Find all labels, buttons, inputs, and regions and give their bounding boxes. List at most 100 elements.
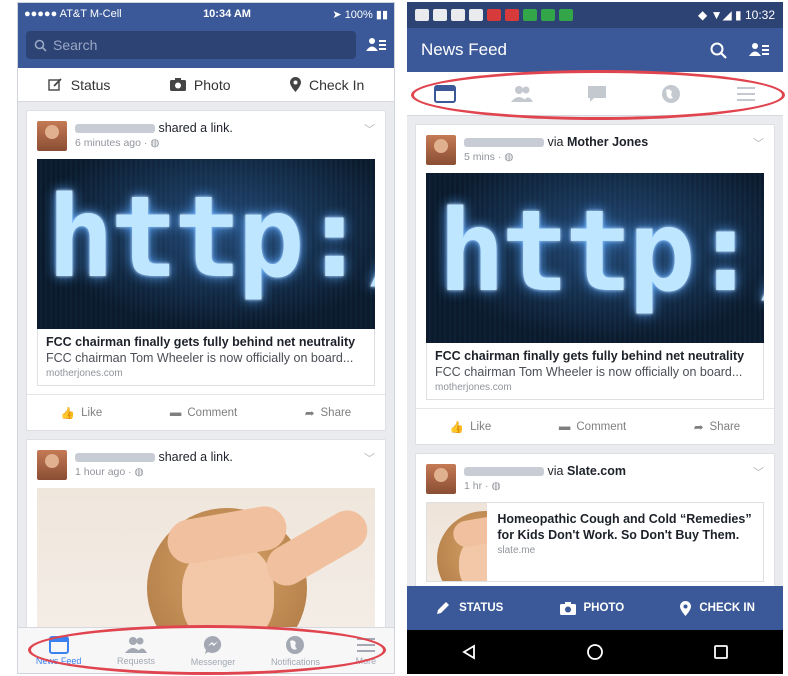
android-tab-row xyxy=(407,72,783,116)
link-source: motherjones.com xyxy=(46,368,123,379)
app-bar-title: News Feed xyxy=(421,40,507,59)
author-name-blurred[interactable] xyxy=(75,124,155,134)
tab-messenger[interactable]: Messenger xyxy=(191,635,235,667)
link-preview-image[interactable]: http:// xyxy=(37,159,375,329)
share-button[interactable]: ➦ Share xyxy=(694,420,740,434)
android-clock: 10:32 xyxy=(744,8,775,22)
battery-icon: ▮▮ xyxy=(375,8,388,21)
share-arrow-icon: ➦ xyxy=(304,407,315,420)
news-feed-icon[interactable] xyxy=(434,84,457,103)
link-source: slate.me xyxy=(497,545,536,556)
avatar[interactable] xyxy=(426,135,456,165)
like-button[interactable]: 👍 Like xyxy=(61,406,102,420)
friend-list-icon[interactable] xyxy=(749,42,769,58)
comment-button[interactable]: ▬ Comment xyxy=(559,421,626,433)
link-preview[interactable]: Homeopathic Cough and Cold “Remedies” fo… xyxy=(426,502,764,582)
thumbs-up-icon: 👍 xyxy=(449,421,465,434)
battery-label: ➤ 100% ▮▮ xyxy=(332,8,388,21)
feed-post: via Mother Jones 5 mins · ◍ ﹀ http:// FC… xyxy=(415,124,775,445)
share-button[interactable]: ➦ Share xyxy=(305,406,351,420)
menu-icon[interactable] xyxy=(736,85,756,103)
search-input[interactable]: Search xyxy=(26,31,356,59)
check-in-button[interactable]: CHECK IN xyxy=(680,600,755,616)
edit-icon xyxy=(48,78,62,91)
requests-icon xyxy=(125,636,148,653)
ios-tab-bar: News Feed Requests Messenger Notificatio… xyxy=(18,627,394,673)
link-description: FCC chairman Tom Wheeler is now official… xyxy=(46,351,354,365)
notification-icon xyxy=(487,9,501,21)
avatar[interactable] xyxy=(426,464,456,494)
status-button[interactable]: STATUS xyxy=(435,600,503,616)
post-timestamp[interactable]: 5 mins · xyxy=(464,151,501,163)
comment-icon: ▬ xyxy=(169,406,182,419)
ios-header: ●●●●● AT&T M-Cell 10:34 AM ➤ 100% ▮▮ Sea… xyxy=(18,3,394,68)
avatar[interactable] xyxy=(37,450,67,480)
link-description: FCC chairman Tom Wheeler is now official… xyxy=(435,365,743,379)
feed-post: shared a link. 6 minutes ago · ◍ ﹀ http:… xyxy=(26,110,386,431)
notification-icon xyxy=(415,9,429,21)
author-name-blurred[interactable] xyxy=(464,138,544,148)
chevron-down-icon[interactable]: ﹀ xyxy=(753,135,764,151)
post-action-text: shared a link. xyxy=(158,121,233,135)
photo-button[interactable]: Photo xyxy=(169,77,231,93)
via-page-name[interactable]: Slate.com xyxy=(567,464,626,478)
like-button[interactable]: 👍 Like xyxy=(450,420,491,434)
http-image-text: http:// xyxy=(438,187,764,317)
location-icon: ➤ xyxy=(332,8,342,21)
tab-news-feed[interactable]: News Feed xyxy=(36,635,81,666)
notification-icons xyxy=(415,9,573,21)
camera-icon xyxy=(559,601,576,615)
link-source: motherjones.com xyxy=(435,382,512,393)
post-timestamp[interactable]: 6 minutes ago · xyxy=(75,137,147,149)
tab-notifications[interactable]: Notifications xyxy=(271,635,320,667)
post-actions: 👍 Like ▬ Comment ➦ Share xyxy=(416,408,774,444)
author-name-blurred[interactable] xyxy=(464,467,544,477)
android-nav-bar xyxy=(407,630,783,674)
link-title: FCC chairman finally gets fully behind n… xyxy=(435,349,745,363)
search-icon[interactable] xyxy=(710,42,727,59)
http-image-text: http:// xyxy=(47,173,375,303)
link-preview-image[interactable]: http:// xyxy=(426,173,764,343)
search-placeholder: Search xyxy=(53,37,98,53)
link-preview-caption[interactable]: FCC chairman finally gets fully behind n… xyxy=(426,343,764,400)
home-icon[interactable] xyxy=(586,643,604,661)
requests-icon[interactable] xyxy=(510,85,533,103)
status-button[interactable]: Status xyxy=(48,77,110,93)
girl-photo[interactable] xyxy=(37,488,375,628)
messages-icon[interactable] xyxy=(587,85,607,103)
back-icon[interactable] xyxy=(461,644,477,660)
tab-more[interactable]: More xyxy=(356,636,376,666)
via-page-name[interactable]: Mother Jones xyxy=(567,135,648,149)
chevron-down-icon[interactable]: ﹀ xyxy=(753,464,764,480)
globe-small-icon: ◍ xyxy=(150,137,160,149)
android-status-bar: ◆ ▼◢ ▮ 10:32 xyxy=(407,2,783,28)
globe-icon[interactable] xyxy=(661,84,681,104)
clock-label: 10:34 AM xyxy=(203,8,251,20)
notification-icon xyxy=(433,9,447,21)
post-timestamp[interactable]: 1 hour ago · xyxy=(75,466,132,478)
author-name-blurred[interactable] xyxy=(75,453,155,463)
avatar[interactable] xyxy=(37,121,67,151)
check-in-button[interactable]: Check In xyxy=(290,77,364,93)
ios-status-bar: ●●●●● AT&T M-Cell 10:34 AM ➤ 100% ▮▮ xyxy=(18,3,394,25)
tab-requests[interactable]: Requests xyxy=(117,636,155,666)
chevron-down-icon[interactable]: ﹀ xyxy=(364,121,375,137)
ios-phone-screen: ●●●●● AT&T M-Cell 10:34 AM ➤ 100% ▮▮ Sea… xyxy=(17,2,395,674)
globe-small-icon: ◍ xyxy=(134,466,144,478)
notification-icon xyxy=(559,9,573,21)
notification-icon xyxy=(451,9,465,21)
comment-icon: ▬ xyxy=(558,420,571,433)
android-phone-screen: ◆ ▼◢ ▮ 10:32 News Feed via Mother Jones … xyxy=(407,2,783,674)
link-preview-caption[interactable]: FCC chairman finally gets fully behind n… xyxy=(37,329,375,386)
recents-icon[interactable] xyxy=(713,644,729,660)
notification-icon xyxy=(469,9,483,21)
globe-small-icon: ◍ xyxy=(504,151,514,163)
location-pin-icon xyxy=(680,600,692,616)
post-timestamp[interactable]: 1 hr · xyxy=(464,480,489,492)
post-actions: 👍 Like ▬ Comment ➦ Share xyxy=(27,394,385,430)
friend-list-icon[interactable] xyxy=(366,37,386,53)
chevron-down-icon[interactable]: ﹀ xyxy=(364,450,375,466)
photo-button[interactable]: PHOTO xyxy=(559,601,624,615)
notification-icon xyxy=(541,9,555,21)
comment-button[interactable]: ▬ Comment xyxy=(170,407,237,419)
